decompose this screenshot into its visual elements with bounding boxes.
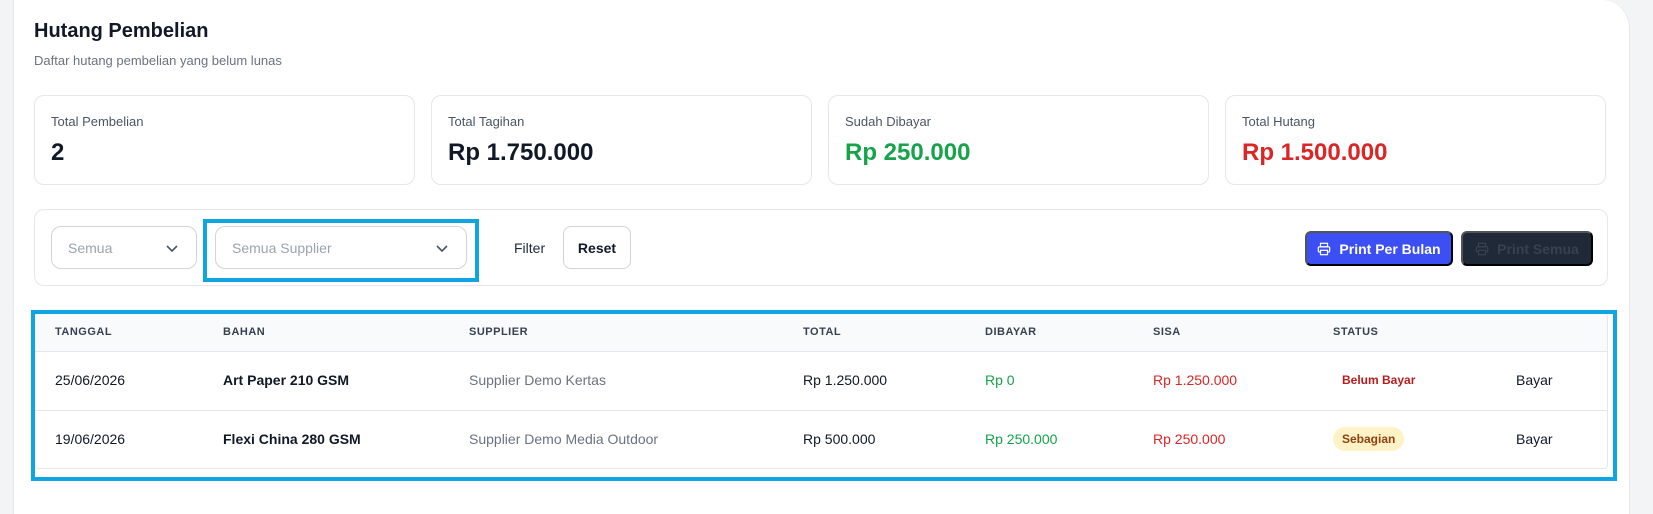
- cell-supplier: Supplier Demo Kertas: [469, 372, 606, 388]
- col-status: STATUS: [1333, 326, 1379, 338]
- stat-value: Rp 1.750.000: [448, 139, 594, 166]
- print-per-bulan-button[interactable]: Print Per Bulan: [1305, 231, 1453, 266]
- stat-card-total-tagihan: Total Tagihan Rp 1.750.000: [431, 95, 812, 185]
- col-bahan: BAHAN: [223, 326, 266, 338]
- cell-supplier: Supplier Demo Media Outdoor: [469, 431, 659, 447]
- supplier-select[interactable]: Semua Supplier: [215, 226, 467, 269]
- status-select-value: Semua: [68, 239, 113, 256]
- stat-value: Rp 250.000: [845, 139, 971, 166]
- chevron-down-icon: [436, 244, 448, 252]
- stat-card-total-pembelian: Total Pembelian 2: [34, 95, 415, 185]
- stat-label: Total Hutang: [1242, 114, 1315, 129]
- stats-row: Total Pembelian 2 Total Tagihan Rp 1.750…: [34, 95, 1606, 185]
- col-sisa: SISA: [1153, 326, 1181, 338]
- reset-button[interactable]: Reset: [563, 226, 631, 269]
- page-title: Hutang Pembelian: [34, 20, 209, 42]
- status-select[interactable]: Semua: [51, 226, 197, 269]
- table-header: TANGGAL BAHAN SUPPLIER TOTAL DIBAYAR SIS…: [35, 314, 1607, 352]
- col-dibayar: DIBAYAR: [985, 326, 1037, 338]
- filter-button[interactable]: Filter: [506, 226, 553, 269]
- cell-bahan: Art Paper 210 GSM: [223, 372, 350, 388]
- bayar-button[interactable]: Bayar: [1516, 431, 1553, 447]
- print-semua-label: Print Semua: [1497, 240, 1579, 257]
- print-per-bulan-label: Print Per Bulan: [1339, 240, 1441, 257]
- cell-sisa: Rp 250.000: [1153, 431, 1226, 447]
- cell-total: Rp 1.250.000: [803, 372, 888, 388]
- col-tanggal: TANGGAL: [55, 326, 113, 338]
- hutang-table: TANGGAL BAHAN SUPPLIER TOTAL DIBAYAR SIS…: [34, 313, 1608, 469]
- table-row: 25/06/2026 Art Paper 210 GSM Supplier De…: [35, 352, 1607, 411]
- status-badge: Sebagian: [1333, 427, 1405, 451]
- supplier-select-value: Semua Supplier: [232, 239, 332, 256]
- table-row: 19/06/2026 Flexi China 280 GSM Supplier …: [35, 411, 1607, 468]
- cell-sisa: Rp 1.250.000: [1153, 372, 1238, 388]
- cell-bahan: Flexi China 280 GSM: [223, 431, 361, 447]
- stat-card-sudah-dibayar: Sudah Dibayar Rp 250.000: [828, 95, 1209, 185]
- bayar-button[interactable]: Bayar: [1516, 372, 1553, 388]
- printer-icon: [1318, 242, 1331, 255]
- col-supplier: SUPPLIER: [469, 326, 529, 338]
- stat-label: Total Pembelian: [51, 114, 144, 129]
- stat-value: Rp 1.500.000: [1242, 139, 1388, 166]
- cell-dibayar: Rp 250.000: [985, 431, 1058, 447]
- stat-label: Sudah Dibayar: [845, 114, 931, 129]
- chevron-down-icon: [166, 244, 178, 252]
- cell-tanggal: 25/06/2026: [55, 372, 126, 388]
- col-total: TOTAL: [803, 326, 842, 338]
- cell-dibayar: Rp 0: [985, 372, 1015, 388]
- stat-card-total-hutang: Total Hutang Rp 1.500.000: [1225, 95, 1606, 185]
- stat-value: 2: [51, 139, 65, 166]
- stat-label: Total Tagihan: [448, 114, 525, 129]
- cell-tanggal: 19/06/2026: [55, 431, 126, 447]
- filter-bar: Semua Semua Supplier Filter Reset Print …: [34, 209, 1608, 286]
- status-badge: Belum Bayar: [1342, 373, 1416, 387]
- printer-icon: [1475, 242, 1489, 255]
- cell-total: Rp 500.000: [803, 431, 876, 447]
- print-semua-button[interactable]: Print Semua: [1461, 231, 1593, 266]
- page-subtitle: Daftar hutang pembelian yang belum lunas: [34, 53, 282, 68]
